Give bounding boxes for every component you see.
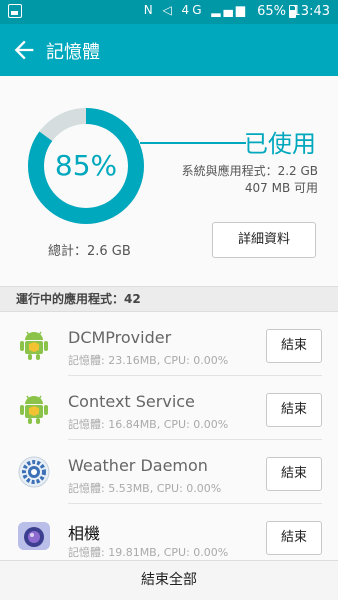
list-item[interactable]: Weather Daemon 記憶體: 5.53MB, CPU: 0.00% 結… xyxy=(0,440,338,504)
used-label: 已使用 xyxy=(244,130,316,158)
app-name: DCMProvider xyxy=(68,328,172,347)
memory-summary-card: 85% 已使用 系統與應用程式：2.2 GB 407 MB 可用 總計：2.6 … xyxy=(0,76,338,286)
app-bar: 記憶體 xyxy=(0,24,338,76)
used-marker-dot xyxy=(131,138,139,146)
app-meta: 記憶體: 16.84MB, CPU: 0.00% xyxy=(68,418,229,431)
list-item[interactable]: Context Service 記憶體: 16.84MB, CPU: 0.00%… xyxy=(0,376,338,440)
app-name: 相機 xyxy=(68,524,101,543)
running-apps-header: 運行中的應用程式：42 xyxy=(0,286,338,312)
battery-percent: 65% xyxy=(257,4,286,19)
total-memory: 總計：2.6 GB xyxy=(48,244,131,259)
status-bar: N ◁ 4G ▂▄▆ 65% 13:43 xyxy=(0,0,338,24)
app-meta: 記憶體: 19.81MB, CPU: 0.00% xyxy=(68,546,229,559)
end-all-button[interactable]: 結束全部 xyxy=(0,560,338,600)
app-meta: 記憶體: 5.53MB, CPU: 0.00% xyxy=(68,482,222,495)
list-item[interactable]: DCMProvider 記憶體: 23.16MB, CPU: 0.00% 結束 xyxy=(0,312,338,376)
details-button[interactable]: 詳細資料 xyxy=(212,222,316,258)
available-memory: 407 MB 可用 xyxy=(244,181,318,195)
app-name: Context Service xyxy=(68,392,195,411)
weather-gear-icon xyxy=(18,456,50,488)
end-button[interactable]: 結束 xyxy=(266,393,322,427)
running-apps-list[interactable]: DCMProvider 記憶體: 23.16MB, CPU: 0.00% 結束 … xyxy=(0,312,338,560)
page-title: 記憶體 xyxy=(46,42,100,63)
end-button[interactable]: 結束 xyxy=(266,457,322,491)
android-icon xyxy=(20,331,48,360)
signal-icons: N ◁ 4G ▂▄▆ xyxy=(143,3,248,17)
app-meta: 記憶體: 23.16MB, CPU: 0.00% xyxy=(68,354,229,367)
clock: 13:43 xyxy=(292,4,330,19)
android-icon xyxy=(20,395,48,424)
back-arrow-icon[interactable] xyxy=(10,36,38,64)
end-button[interactable]: 結束 xyxy=(266,521,322,555)
gallery-notification-icon xyxy=(8,4,22,18)
list-item[interactable]: 相機 記憶體: 19.81MB, CPU: 0.00% 結束 xyxy=(0,504,338,560)
usage-percent: 85% xyxy=(54,149,118,182)
memory-usage-ring: 85% xyxy=(26,106,146,226)
system-apps-usage: 系統與應用程式：2.2 GB xyxy=(181,164,318,178)
used-marker-line xyxy=(140,142,246,144)
app-name: Weather Daemon xyxy=(68,456,208,475)
camera-icon xyxy=(18,522,50,550)
end-button[interactable]: 結束 xyxy=(266,329,322,363)
